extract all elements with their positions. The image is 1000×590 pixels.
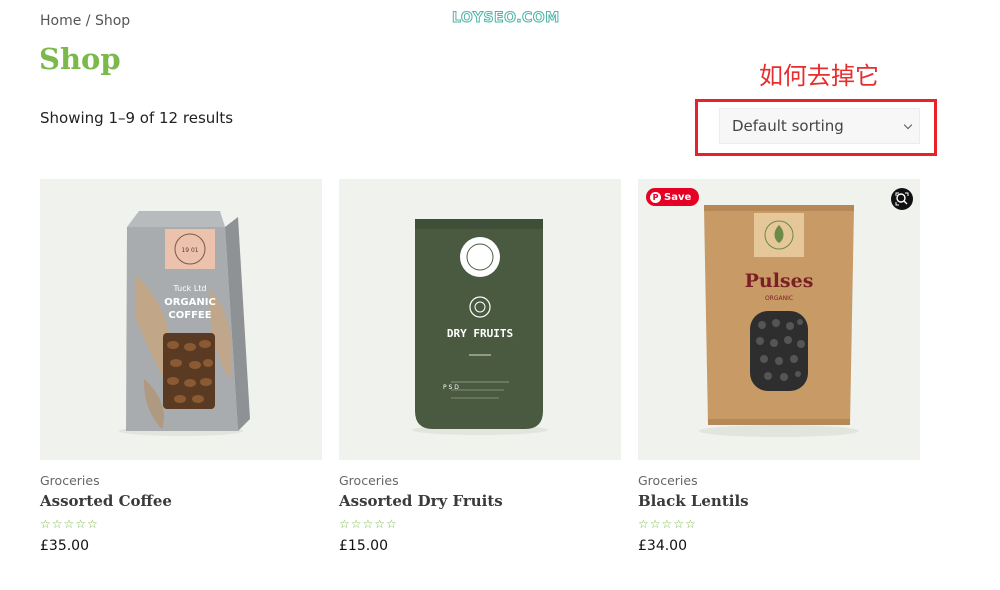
product-price: £15.00 (339, 538, 388, 554)
package-line2: ORGANIC (164, 297, 216, 308)
magnifier-icon (895, 192, 909, 206)
package-title: DRY FRUITS (447, 327, 513, 340)
star-rating-icon: ☆☆☆☆☆ (339, 517, 398, 531)
package-badge: 19 01 (181, 247, 198, 254)
chevron-down-icon (903, 120, 913, 130)
star-rating-icon: ☆☆☆☆☆ (40, 517, 99, 531)
breadcrumb-home-link[interactable]: Home (40, 13, 81, 29)
product-category[interactable]: Groceries (339, 473, 399, 488)
breadcrumb-separator: / (81, 13, 95, 29)
pinterest-icon: P (650, 191, 661, 203)
product-price: £34.00 (638, 538, 687, 554)
page-title: Shop (39, 42, 121, 76)
breadcrumb-current: Shop (94, 13, 131, 29)
pinterest-save-button[interactable]: P Save (646, 188, 700, 206)
product-category[interactable]: Groceries (40, 473, 100, 488)
annotation-text: 如何去掉它 (759, 62, 879, 90)
zoom-icon[interactable] (891, 188, 913, 210)
sorting-select[interactable]: Default sorting (719, 108, 920, 144)
coffee-package-illustration: 19 01 Tuck Ltd ORGANIC COFFEE (119, 211, 250, 436)
breadcrumb: Home / Shop (40, 13, 130, 29)
save-label: Save (664, 191, 692, 203)
star-rating-icon: ☆☆☆☆☆ (638, 517, 697, 531)
product-image[interactable]: 19 01 Tuck Ltd ORGANIC COFFEE (40, 179, 322, 460)
product-image[interactable]: DRY FRUITS P S D (339, 179, 621, 460)
product-title[interactable]: Assorted Dry Fruits (339, 492, 503, 510)
product-title[interactable]: Assorted Coffee (40, 492, 172, 510)
product-image[interactable]: Pulses ORGANIC P Save (638, 179, 920, 460)
package-title: Pulses (745, 270, 814, 292)
sorting-selected-value: Default sorting (732, 117, 844, 135)
package-line3: COFFEE (168, 310, 211, 321)
product-price: £35.00 (40, 538, 89, 554)
pulses-package-illustration: Pulses ORGANIC (699, 205, 859, 437)
dry-fruits-package-illustration: DRY FRUITS P S D (412, 219, 548, 435)
watermark: LOYSEO.COM (452, 10, 560, 27)
product-title[interactable]: Black Lentils (638, 492, 749, 510)
package-brand: Tuck Ltd (173, 284, 207, 293)
product-category[interactable]: Groceries (638, 473, 698, 488)
package-subtitle: ORGANIC (765, 295, 793, 302)
result-count: Showing 1–9 of 12 results (40, 109, 234, 127)
